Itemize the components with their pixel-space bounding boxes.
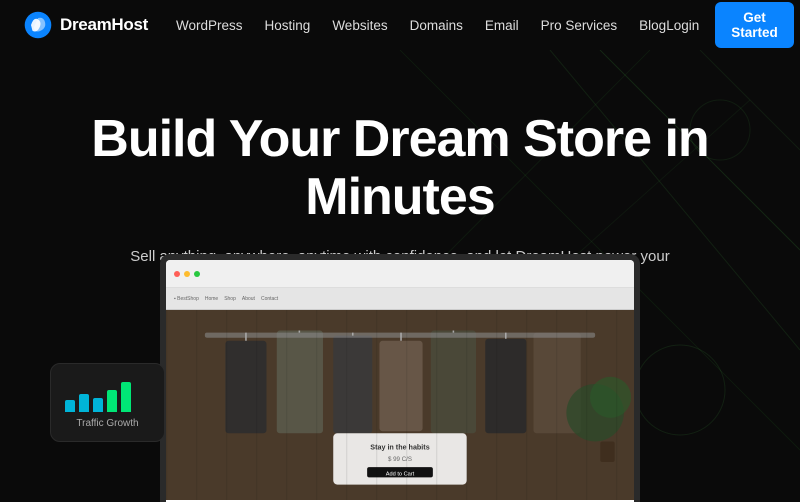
nav-link-blog[interactable]: Blog	[639, 18, 666, 33]
laptop-frame: ▪ BestShop Home Shop About Contact	[160, 254, 640, 502]
nav-link-wordpress[interactable]: WordPress	[176, 18, 243, 33]
svg-text:Stay in the habits: Stay in the habits	[370, 444, 429, 452]
nav-links: WordPress Hosting Websites Domains Email Pro …	[176, 18, 666, 33]
screen-dot-yellow	[184, 271, 190, 277]
get-started-button[interactable]: Get Started	[715, 2, 794, 48]
svg-text:Add to Cart: Add to Cart	[386, 471, 415, 477]
screen-nav-bar: ▪ BestShop Home Shop About Contact	[166, 288, 634, 310]
screen-nav-item-link3: About	[242, 296, 255, 302]
logo-text: DreamHost	[60, 15, 148, 35]
traffic-label: Traffic Growth	[65, 418, 150, 429]
traffic-growth-card: Traffic Growth	[50, 363, 165, 442]
traffic-bars	[65, 376, 150, 412]
hero-title: Build Your Dream Store in Minutes	[60, 110, 740, 226]
traffic-bar-4	[121, 382, 131, 412]
hero-section: Build Your Dream Store in Minutes Sell a…	[0, 50, 800, 502]
nav-link-websites[interactable]: Websites	[332, 18, 387, 33]
svg-text:$ 99 C/S: $ 99 C/S	[388, 456, 412, 463]
nav-link-email[interactable]: Email	[485, 18, 519, 33]
logo[interactable]: DreamHost	[24, 11, 148, 39]
nav-link-hosting[interactable]: Hosting	[265, 18, 311, 33]
traffic-bar-0	[65, 400, 75, 412]
login-button[interactable]: Login	[666, 18, 699, 33]
navbar: DreamHost WordPress Hosting Websites Domain…	[0, 0, 800, 50]
screen-nav-item-logo: ▪ BestShop	[174, 296, 199, 302]
traffic-bar-3	[107, 390, 117, 412]
screen-nav	[166, 260, 634, 288]
nav-right: Login Get Started	[666, 2, 794, 48]
traffic-bar-1	[79, 394, 89, 412]
laptop-screen: ▪ BestShop Home Shop About Contact	[160, 254, 640, 502]
screen-dot-green	[194, 271, 200, 277]
store-image: Stay in the habits $ 99 C/S Add to Cart	[166, 310, 634, 500]
screen-dot-red	[174, 271, 180, 277]
traffic-bar-2	[93, 398, 103, 412]
screen-nav-item-link4: Contact	[261, 296, 278, 302]
screen-nav-item-link2: Shop	[224, 296, 236, 302]
nav-link-pro-services[interactable]: Pro Services	[541, 18, 618, 33]
laptop-mockup: ▪ BestShop Home Shop About Contact	[140, 254, 660, 502]
dreamhost-logo-icon	[24, 11, 52, 39]
screen-nav-item-link1: Home	[205, 296, 218, 302]
nav-link-domains[interactable]: Domains	[410, 18, 463, 33]
